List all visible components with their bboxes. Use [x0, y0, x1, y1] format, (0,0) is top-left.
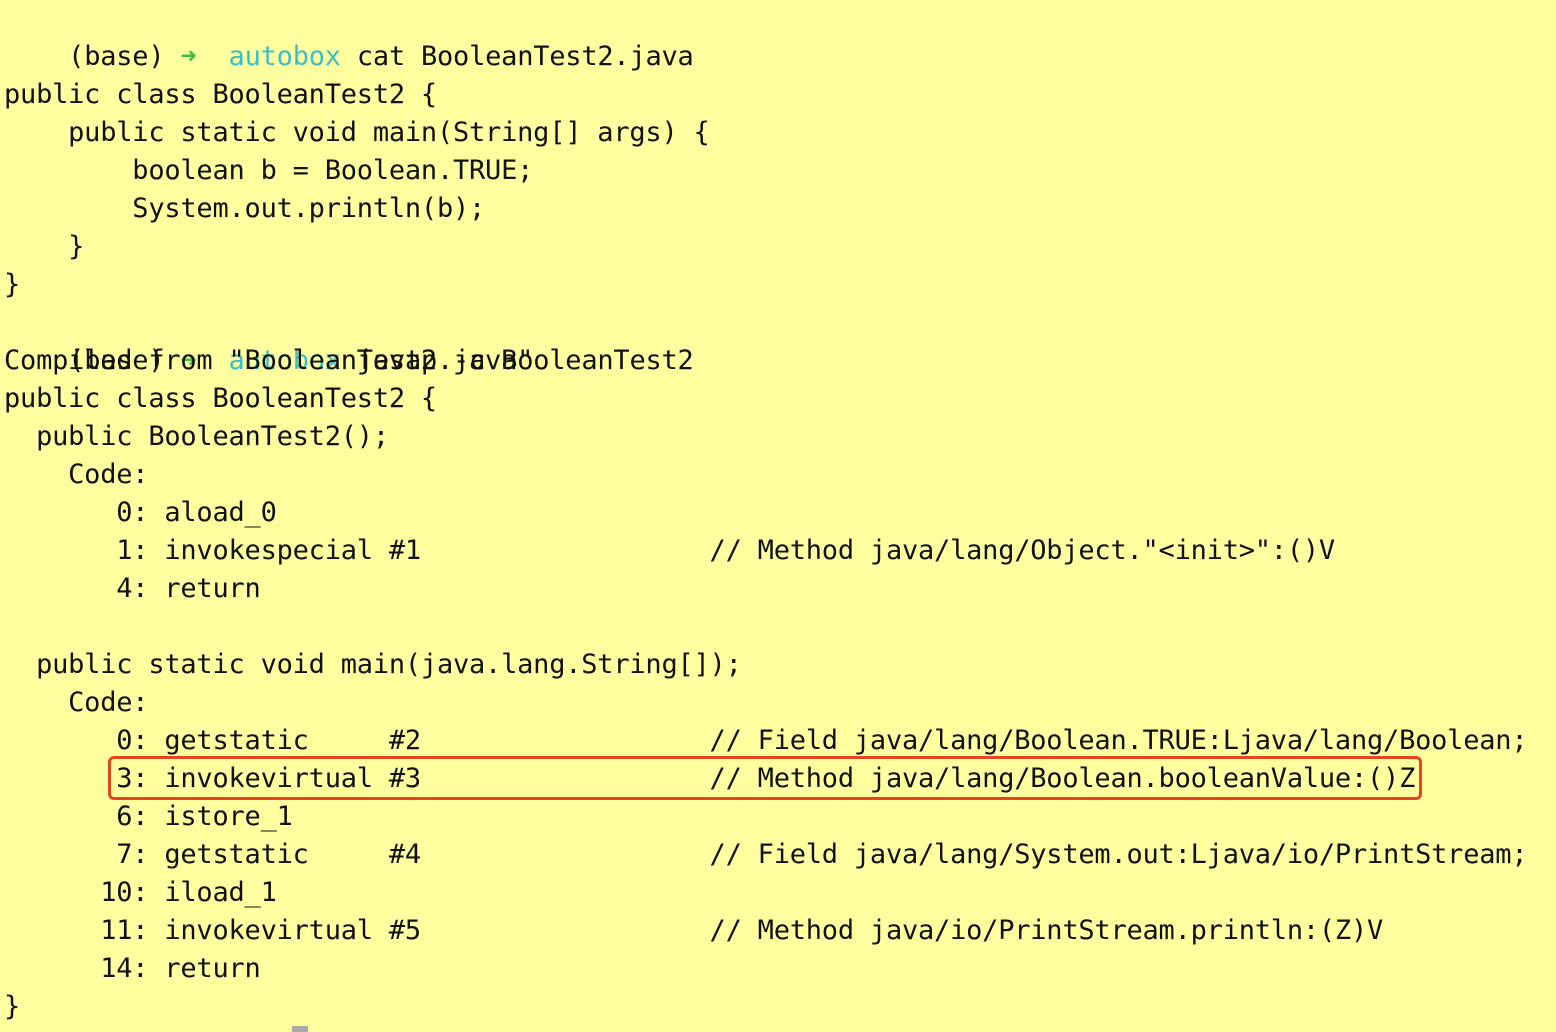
javap-output-line: Compiled from "BooleanTest2.java" [4, 345, 534, 376]
source-line: boolean b = Boolean.TRUE; [4, 155, 534, 186]
javap-output-line: Code: [4, 459, 149, 490]
javap-output-line: 0: aload_0 [4, 497, 277, 528]
javap-output-line: public class BooleanTest2 { [4, 383, 437, 414]
javap-output-line: 0: getstatic #2 // Field java/lang/Boole… [4, 725, 1528, 756]
prompt-env: (base) [68, 41, 165, 72]
source-line: } [4, 231, 85, 262]
javap-output-line: 14: return [4, 953, 261, 984]
javap-output-line: public BooleanTest2(); [4, 421, 389, 452]
javap-output-line: 4: return [4, 573, 261, 604]
source-line: public static void main(String[] args) { [4, 117, 710, 148]
prompt-line-javap: (base) ➜ autobox javap -c BooleanTest2 [4, 304, 694, 376]
javap-output-line: Code: [4, 687, 149, 718]
source-line: } [4, 269, 21, 300]
javap-output-line: 1: invokespecial #1 // Method java/lang/… [4, 535, 1335, 566]
prompt-arrow-icon: ➜ [180, 41, 197, 72]
javap-output-line: 11: invokevirtual #5 // Method java/io/P… [4, 915, 1384, 946]
javap-output-line: 6: istore_1 [4, 801, 293, 832]
javap-output-line: public static void main(java.lang.String… [4, 649, 742, 680]
javap-output-line: } [4, 991, 21, 1022]
scrollbar-thumb[interactable] [292, 1026, 308, 1032]
source-line: System.out.println(b); [4, 193, 486, 224]
javap-highlighted-line: 3: invokevirtual #3 // Method java/lang/… [4, 763, 1416, 794]
prompt-line-cat: (base) ➜ autobox cat BooleanTest2.java [4, 0, 694, 72]
source-line: public class BooleanTest2 { [4, 79, 437, 110]
javap-output-line: 7: getstatic #4 // Field java/lang/Syste… [4, 839, 1528, 870]
command-cat: cat BooleanTest2.java [356, 41, 694, 72]
javap-output-line: 10: iload_1 [4, 877, 277, 908]
terminal-window[interactable]: (base) ➜ autobox cat BooleanTest2.java p… [0, 0, 1556, 1032]
prompt-directory: autobox [228, 41, 341, 72]
